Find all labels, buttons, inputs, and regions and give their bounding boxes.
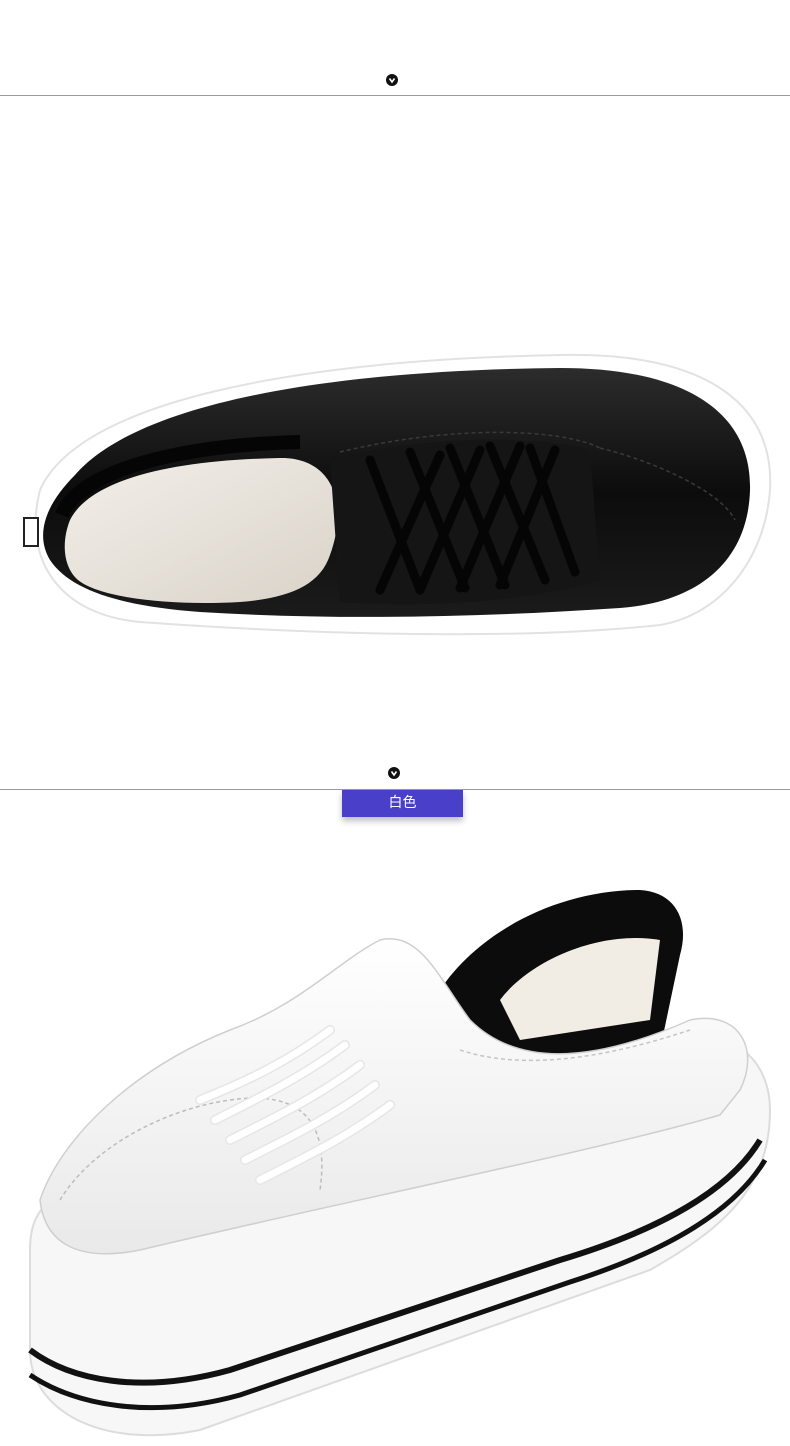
- section-divider-top: [0, 95, 790, 96]
- chevron-down-icon: [388, 767, 400, 779]
- heel-tab: [23, 517, 39, 547]
- black-sneaker-photo: [23, 353, 772, 636]
- color-label-white: 白色: [342, 790, 463, 817]
- chevron-down-icon: [386, 74, 398, 86]
- white-sneaker-photo: [28, 890, 772, 1437]
